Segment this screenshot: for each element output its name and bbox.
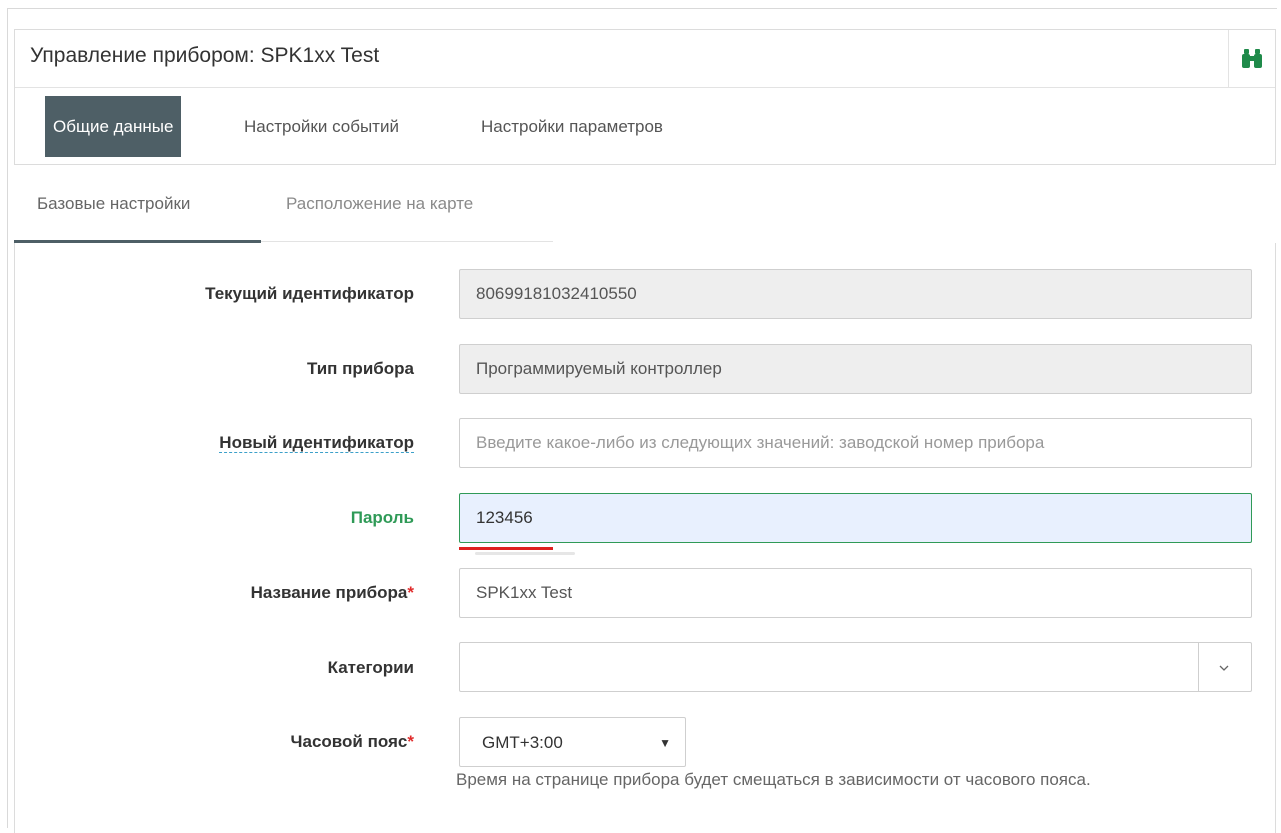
required-mark: *	[407, 732, 414, 751]
timezone-label: Часовой пояс*	[291, 732, 414, 752]
dropdown-arrow-icon: ▼	[659, 736, 671, 750]
tab-map-location[interactable]: Расположение на карте	[286, 194, 473, 214]
new-id-field[interactable]: Введите какое-либо из следующих значений…	[459, 418, 1252, 468]
categories-label: Категории	[327, 658, 414, 677]
device-name-field[interactable]: SPK1xx Test	[459, 568, 1252, 618]
device-name-label: Название прибора*	[251, 583, 414, 603]
required-mark: *	[407, 583, 414, 602]
device-type-field: Программируемый контроллер	[459, 344, 1252, 394]
categories-input[interactable]	[459, 642, 1199, 692]
nav-parameters[interactable]: Настройки параметров	[481, 96, 663, 157]
new-id-label-text[interactable]: Новый идентификатор	[219, 433, 414, 453]
password-strength-shadow	[475, 552, 575, 555]
form-panel: Текущий идентификатор 80699181032410550 …	[14, 243, 1276, 833]
tab-divider	[261, 241, 553, 242]
current-id-label: Текущий идентификатор	[205, 284, 414, 303]
timezone-help-text: Время на странице прибора будет смещатьс…	[456, 770, 1091, 789]
timezone-select[interactable]: GMT+3:00 ▼	[459, 717, 686, 767]
nav-events[interactable]: Настройки событий	[244, 96, 399, 157]
categories-select	[459, 642, 1252, 692]
categories-dropdown-button[interactable]	[1198, 642, 1252, 692]
title-divider	[1228, 30, 1229, 87]
device-name-label-text: Название прибора	[250, 583, 408, 602]
nav-general[interactable]: Общие данные	[45, 96, 182, 157]
device-type-label: Тип прибора	[306, 359, 414, 378]
current-id-field: 80699181032410550	[459, 269, 1252, 319]
subtabs: Базовые настройки Расположение на карте	[14, 166, 1276, 244]
title-row: Управление прибором: SPK1xx Test	[15, 30, 1275, 88]
chevron-down-icon	[1219, 665, 1229, 671]
password-strength-bar	[459, 547, 553, 550]
timezone-value: GMT+3:00	[482, 733, 563, 752]
tab-basic-settings[interactable]: Базовые настройки	[37, 194, 190, 214]
password-label: Пароль	[350, 508, 414, 527]
binoculars-icon[interactable]	[1241, 48, 1263, 70]
password-field[interactable]: 123456	[459, 493, 1252, 543]
new-id-label: Новый идентификатор	[219, 433, 414, 453]
timezone-label-text: Часовой пояс	[290, 732, 408, 751]
page-title: Управление прибором: SPK1xx Test	[30, 44, 380, 67]
device-header-panel: Управление прибором: SPK1xx Test Общие д…	[14, 29, 1276, 165]
